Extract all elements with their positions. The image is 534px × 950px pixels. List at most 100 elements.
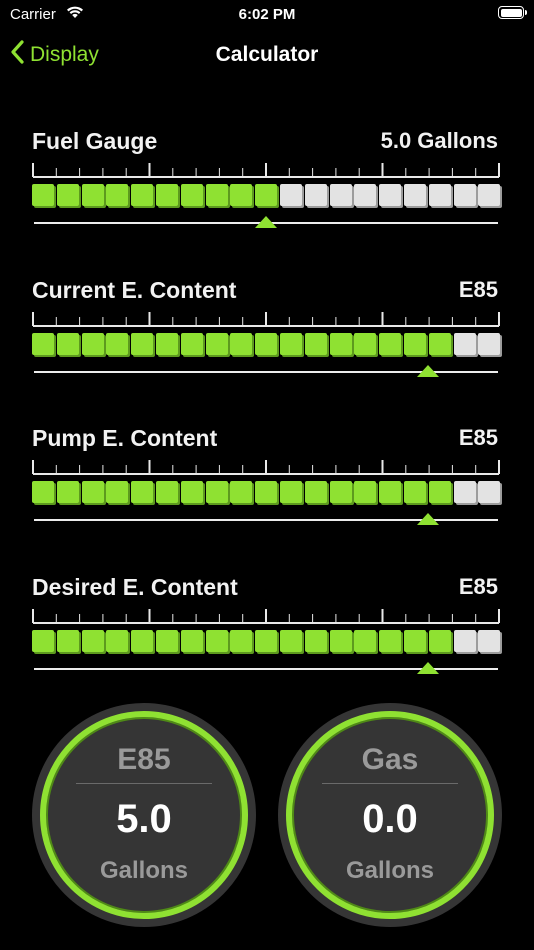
- fuel-gauge-slider[interactable]: [32, 216, 500, 240]
- gauge-block-filled: [56, 481, 79, 503]
- gauge-block-filled: [230, 481, 253, 503]
- gauge-block-empty: [478, 630, 501, 652]
- gauge-value: E85: [458, 277, 498, 302]
- gauge-block-filled: [329, 333, 352, 355]
- gauge-block-filled: [56, 184, 79, 206]
- pump-ethanol-gauge: Pump E. Content E85: [32, 425, 502, 545]
- gauge-block-filled: [156, 184, 178, 206]
- slider-thumb[interactable]: [416, 661, 440, 675]
- gauge-block-filled: [205, 184, 228, 206]
- gauge-block-filled: [205, 630, 228, 652]
- status-bar: Carrier 6:02 PM: [0, 0, 534, 30]
- gauge-block-bar: [32, 630, 502, 656]
- result-unit: Gallons: [99, 857, 189, 884]
- gauge-block-filled: [131, 184, 154, 206]
- gauge-block-filled: [180, 481, 203, 503]
- gauge-block-filled: [205, 481, 228, 503]
- gauge-block-filled: [379, 481, 402, 503]
- gauge-block-filled: [230, 333, 253, 355]
- status-time: 6:02 PM: [238, 6, 296, 23]
- gauge-block-filled: [329, 481, 352, 503]
- gauge-block-filled: [180, 184, 203, 206]
- gauge-block-empty: [404, 184, 426, 206]
- result-label: Gas: [361, 743, 419, 776]
- gauge-block-empty: [478, 184, 501, 206]
- gauge-block-filled: [81, 333, 104, 355]
- result-unit: Gallons: [345, 857, 435, 884]
- gauge-block-filled: [255, 184, 278, 206]
- gauge-block-filled: [304, 333, 327, 355]
- pump-ethanol-slider[interactable]: [32, 513, 500, 537]
- gauge-label: Current E. Content: [32, 277, 237, 303]
- desired-ethanol-slider[interactable]: [32, 662, 500, 686]
- battery-icon: [498, 6, 527, 19]
- gauge-block-filled: [56, 630, 79, 652]
- gauge-block-filled: [255, 333, 278, 355]
- gauge-block-filled: [156, 333, 178, 355]
- gauge-block-filled: [255, 481, 278, 503]
- gauge-block-filled: [32, 630, 54, 652]
- gauge-block-bar: [32, 184, 502, 210]
- gauge-block-filled: [32, 481, 54, 503]
- gauge-label: Desired E. Content: [32, 574, 238, 600]
- gauge-block-filled: [230, 630, 253, 652]
- gauge-block-filled: [106, 481, 129, 503]
- gauge-block-filled: [304, 630, 327, 652]
- gauge-block-empty: [280, 184, 302, 206]
- gauge-block-filled: [230, 184, 253, 206]
- result-value: 0.0: [362, 797, 418, 841]
- gauge-block-empty: [329, 184, 352, 206]
- gauge-block-empty: [354, 184, 377, 206]
- gauge-block-bar: [32, 481, 502, 507]
- current-ethanol-slider[interactable]: [32, 365, 500, 389]
- gauge-block-filled: [354, 630, 377, 652]
- gauge-block-filled: [255, 630, 278, 652]
- gauge-block-filled: [379, 333, 402, 355]
- gauge-block-filled: [354, 481, 377, 503]
- gauge-block-filled: [428, 333, 451, 355]
- gauge-block-filled: [180, 333, 203, 355]
- desired-ethanol-gauge: Desired E. Content E85: [32, 574, 502, 694]
- result-value: 5.0: [116, 797, 172, 841]
- gauge-block-filled: [280, 630, 302, 652]
- gauge-block-empty: [453, 481, 476, 503]
- gauge-block-filled: [428, 481, 451, 503]
- gauge-block-filled: [280, 333, 302, 355]
- gauge-block-empty: [304, 184, 327, 206]
- gauge-block-bar: [32, 333, 502, 359]
- gauge-label: Fuel Gauge: [32, 128, 158, 154]
- gauge-block-filled: [205, 333, 228, 355]
- gauge-block-filled: [354, 333, 377, 355]
- gauge-block-filled: [81, 630, 104, 652]
- gauge-block-filled: [81, 481, 104, 503]
- gauge-block-filled: [106, 184, 129, 206]
- gauge-value: E85: [458, 574, 498, 599]
- gauge-block-filled: [131, 333, 154, 355]
- gauge-block-filled: [180, 630, 203, 652]
- gauge-block-filled: [32, 333, 54, 355]
- gauge-block-filled: [304, 481, 327, 503]
- gauge-block-filled: [131, 630, 154, 652]
- gauge-ruler: [32, 609, 500, 624]
- gauge-block-filled: [329, 630, 352, 652]
- slider-thumb[interactable]: [416, 364, 440, 378]
- gauge-block-filled: [106, 333, 129, 355]
- gauge-block-filled: [32, 184, 54, 206]
- gauge-block-filled: [156, 481, 178, 503]
- gauge-block-filled: [106, 630, 129, 652]
- slider-thumb[interactable]: [254, 215, 278, 229]
- navigation-bar: Display Calculator: [0, 34, 534, 78]
- gauge-block-empty: [379, 184, 402, 206]
- gauge-block-filled: [131, 481, 154, 503]
- result-label: E85: [117, 743, 171, 776]
- gauge-block-filled: [280, 481, 302, 503]
- slider-thumb[interactable]: [416, 512, 440, 526]
- gauge-ruler: [32, 460, 500, 475]
- gauge-block-filled: [404, 630, 426, 652]
- gauge-block-filled: [56, 333, 79, 355]
- gauge-block-empty: [453, 630, 476, 652]
- gauge-block-empty: [453, 333, 476, 355]
- gauge-ruler: [32, 312, 500, 327]
- current-ethanol-gauge: Current E. Content E85: [32, 277, 502, 397]
- gauge-block-empty: [453, 184, 476, 206]
